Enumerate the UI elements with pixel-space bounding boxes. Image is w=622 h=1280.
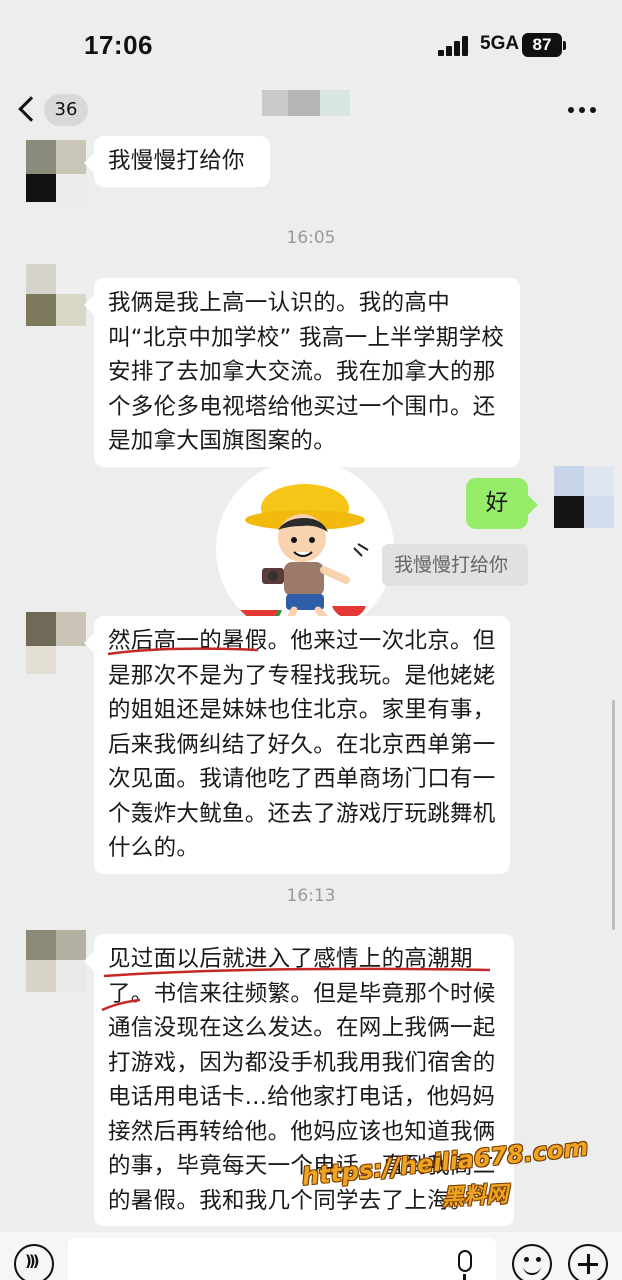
status-time: 17:06 (84, 30, 153, 60)
message-input[interactable] (68, 1238, 496, 1280)
my-avatar[interactable] (554, 466, 614, 528)
unread-count-badge: 36 (44, 94, 88, 126)
battery-icon: 87 (522, 33, 566, 57)
timestamp: 16:13 (286, 886, 336, 906)
contact-avatar[interactable] (26, 930, 86, 992)
message-bubble[interactable]: 见过面以后就进入了感情上的高潮期了。书信来往频繁。但是毕竟那个时候通信没现在这么… (94, 934, 514, 1226)
timestamp: 16:05 (286, 228, 336, 248)
quoted-reply[interactable]: 我慢慢打给你 (382, 544, 528, 586)
more-actions-button[interactable] (568, 1244, 608, 1280)
sticker-message[interactable] (216, 460, 394, 638)
chevron-left-icon (18, 96, 44, 122)
message-bubble[interactable]: 我俩是我上高一认识的。我的高中叫“北京中加学校” 我高一上半学期学校安排了去加拿… (94, 278, 520, 467)
more-options-button[interactable] (566, 104, 598, 118)
emoji-button[interactable] (512, 1244, 552, 1280)
contact-name-redacted (262, 90, 350, 116)
cartoon-boy-sticker-icon (236, 484, 369, 632)
chat-header: 36 (0, 88, 622, 134)
status-bar: 17:06 5GA 87 (0, 0, 622, 88)
back-button[interactable]: 36 (16, 88, 96, 132)
contact-avatar[interactable] (26, 612, 86, 674)
contact-avatar[interactable] (26, 140, 86, 202)
voice-input-button[interactable] (14, 1244, 54, 1280)
message-bubble[interactable]: 我慢慢打给你 (94, 136, 270, 187)
input-bar (0, 1232, 622, 1280)
microphone-icon[interactable] (458, 1250, 472, 1280)
message-bubble[interactable]: 然后高一的暑假。他来过一次北京。但是那次不是为了专程找我玩。是他姥姥的姐姐还是妹… (94, 616, 510, 874)
network-label: 5GA (480, 33, 520, 54)
signal-icon (438, 36, 472, 56)
battery-level: 87 (532, 35, 552, 54)
scrollbar[interactable] (612, 700, 615, 930)
my-message-bubble[interactable]: 好 (466, 478, 528, 529)
contact-avatar[interactable] (26, 264, 86, 326)
